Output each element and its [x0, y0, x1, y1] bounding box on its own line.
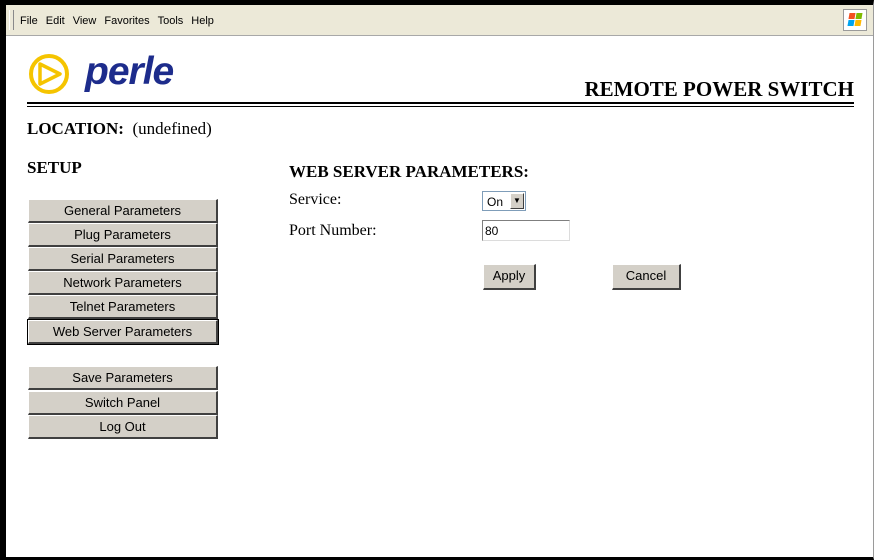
logo-text: perle: [85, 50, 174, 93]
windows-logo-icon: [843, 9, 867, 31]
location-line: LOCATION: (undefined): [27, 119, 212, 139]
section-title: WEB SERVER PARAMETERS:: [289, 162, 529, 181]
nav-web-server-parameters[interactable]: Web Server Parameters: [27, 319, 219, 345]
toolbar-grip[interactable]: [9, 10, 14, 30]
chevron-down-icon[interactable]: ▼: [510, 193, 524, 209]
setup-heading: SETUP: [27, 158, 82, 177]
nav-network-parameters[interactable]: Network Parameters: [28, 271, 218, 295]
menu-file[interactable]: File: [20, 15, 38, 27]
service-label: Service:: [289, 191, 342, 208]
log-out-button[interactable]: Log Out: [28, 415, 218, 439]
nav-serial-parameters[interactable]: Serial Parameters: [28, 247, 218, 271]
perle-logo: perle: [27, 50, 207, 96]
location-label: LOCATION:: [27, 119, 124, 138]
port-number-input[interactable]: 80: [482, 220, 570, 241]
perle-logo-icon: [29, 54, 69, 94]
nav-telnet-parameters[interactable]: Telnet Parameters: [28, 295, 218, 319]
menu-favorites[interactable]: Favorites: [104, 15, 149, 27]
menu-tools[interactable]: Tools: [158, 15, 184, 27]
location-value: (undefined): [132, 119, 212, 138]
apply-button[interactable]: Apply: [483, 264, 536, 290]
header-divider: [27, 102, 854, 104]
menu-edit[interactable]: Edit: [46, 15, 65, 27]
nav-plug-parameters[interactable]: Plug Parameters: [28, 223, 218, 247]
cancel-button[interactable]: Cancel: [612, 264, 681, 290]
nav-general-parameters[interactable]: General Parameters: [28, 199, 218, 223]
header-divider-thin: [27, 106, 854, 107]
switch-panel-button[interactable]: Switch Panel: [28, 391, 218, 415]
save-parameters-button[interactable]: Save Parameters: [28, 366, 218, 390]
browser-menubar: File Edit View Favorites Tools Help: [6, 5, 873, 36]
menu-help[interactable]: Help: [191, 15, 214, 27]
menu-view[interactable]: View: [73, 15, 97, 27]
service-select-value: On: [487, 195, 504, 209]
product-title: REMOTE POWER SWITCH: [584, 77, 854, 101]
service-select[interactable]: On ▼: [482, 191, 526, 211]
port-number-label: Port Number:: [289, 222, 377, 239]
